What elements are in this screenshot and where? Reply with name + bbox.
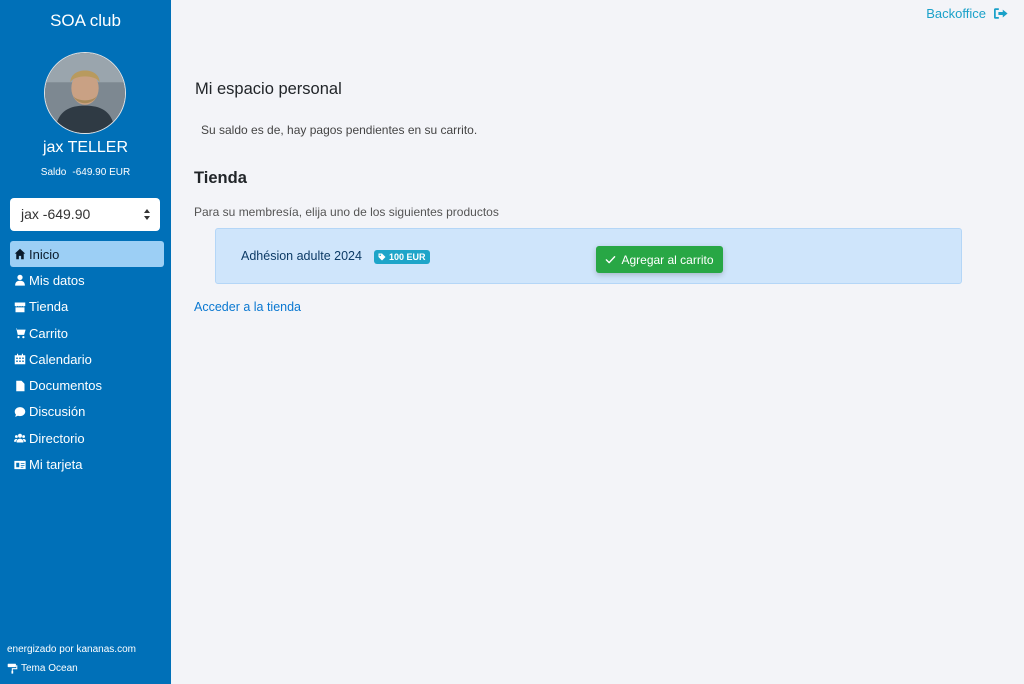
users-icon: [13, 432, 26, 445]
account-select[interactable]: jax -649.90: [10, 198, 160, 231]
balance-label: Saldo: [40, 167, 67, 178]
sidebar-item-calendario[interactable]: Calendario: [10, 346, 164, 372]
sidebar: SOA club jax TELLER Saldo -649.90 EUR jax…: [0, 0, 171, 684]
check-icon: [606, 256, 616, 264]
user-icon: [13, 274, 26, 287]
personal-space-title: Mi espacio personal: [195, 80, 342, 98]
sidebar-item-inicio[interactable]: Inicio: [10, 241, 164, 268]
sidebar-item-mi-tarjeta[interactable]: Mi tarjeta: [10, 451, 164, 477]
sidebar-nav: Inicio Mis datos Tienda Carrito Calendar…: [10, 241, 164, 478]
membership-message: Para su membresía, elija uno de los sigu…: [194, 205, 499, 219]
sidebar-item-tienda[interactable]: Tienda: [10, 294, 164, 320]
club-title: SOA club: [50, 11, 121, 30]
backoffice-link[interactable]: Backoffice: [926, 6, 1008, 21]
shop-title: Tienda: [194, 169, 247, 187]
sidebar-item-documentos[interactable]: Documentos: [10, 372, 164, 398]
cart-icon: [13, 327, 26, 340]
sidebar-item-label: Mis datos: [29, 272, 85, 288]
user-name: jax TELLER: [42, 139, 129, 156]
document-icon: [13, 379, 26, 392]
sidebar-item-label: Directorio: [29, 430, 85, 446]
sidebar-item-label: Discusión: [29, 404, 86, 420]
price-badge: 100 EUR: [374, 250, 430, 264]
powered-by: energizado por kananas.com: [7, 644, 136, 655]
product-card: Adhésion adulte 2024 100 EUR Agregar al …: [215, 228, 962, 284]
home-icon: [13, 248, 26, 261]
theme-switcher[interactable]: Tema Ocean: [7, 663, 78, 674]
balance-line: Saldo -649.90 EUR: [0, 167, 171, 178]
theme-label: Tema Ocean: [21, 663, 78, 674]
sidebar-item-directorio[interactable]: Directorio: [10, 425, 164, 451]
balance-message: Su saldo es de, hay pagos pendientes en …: [201, 123, 478, 137]
add-to-cart-label: Agregar al carrito: [621, 252, 714, 267]
sidebar-item-mis-datos[interactable]: Mis datos: [10, 267, 164, 293]
sidebar-item-label: Carrito: [29, 325, 69, 341]
add-to-cart-button[interactable]: Agregar al carrito: [596, 246, 723, 273]
sidebar-item-label: Mi tarjeta: [29, 457, 83, 473]
account-select-value: jax -649.90: [21, 206, 91, 222]
product-name: Adhésion adulte 2024: [241, 249, 362, 263]
tag-icon: [378, 253, 386, 261]
sidebar-item-label: Tienda: [29, 299, 69, 315]
paint-roller-icon: [7, 663, 18, 674]
backoffice-label: Backoffice: [926, 6, 986, 21]
store-icon: [13, 300, 26, 313]
sidebar-item-label: Documentos: [29, 378, 102, 394]
shop-link[interactable]: Acceder a la tienda: [194, 300, 301, 314]
sidebar-item-carrito[interactable]: Carrito: [10, 320, 164, 346]
sign-out-icon: [994, 8, 1008, 19]
avatar[interactable]: [44, 52, 126, 134]
sidebar-item-label: Calendario: [29, 351, 92, 367]
chat-icon: [13, 405, 26, 418]
sidebar-item-label: Inicio: [29, 246, 60, 262]
balance-value: -649.90 EUR: [72, 167, 131, 178]
id-card-icon: [13, 458, 26, 471]
price-value: 100 EUR: [389, 252, 426, 262]
select-caret-icon: [144, 209, 151, 220]
sidebar-item-discusion[interactable]: Discusión: [10, 399, 164, 425]
calendar-icon: [13, 353, 26, 366]
